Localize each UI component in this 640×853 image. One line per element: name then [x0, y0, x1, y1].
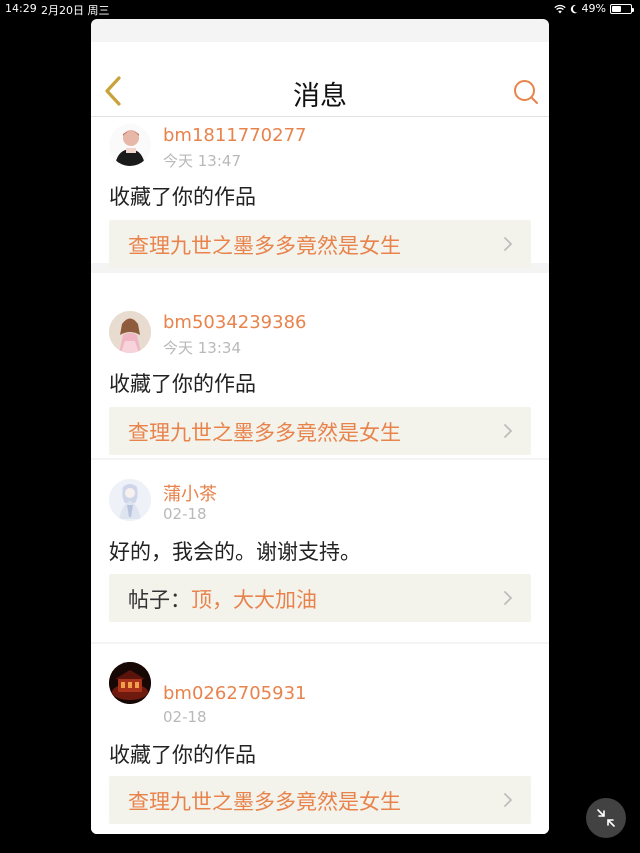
post-title: 帖子：顶，大大加油	[128, 584, 317, 614]
moon-icon	[570, 4, 578, 13]
username[interactable]: bm0262705931	[163, 683, 306, 704]
status-date: 2月20日 周三	[41, 4, 110, 17]
wifi-icon	[553, 4, 566, 13]
ref-title: 顶，大大加油	[191, 588, 317, 612]
avatar-image	[109, 124, 151, 166]
avatar[interactable]	[109, 124, 151, 166]
collapse-icon	[597, 809, 615, 827]
timestamp: 02-18	[163, 505, 207, 523]
ref-prefix: 帖子：	[128, 588, 191, 612]
search-icon[interactable]	[513, 79, 539, 105]
battery-icon	[610, 3, 634, 14]
message-text: 收藏了你的作品	[109, 185, 256, 209]
status-time: 14:29	[5, 2, 37, 15]
message-card[interactable]: 蒲小茶 02-18 好的，我会的。谢谢支持。 帖子：顶，大大加油	[91, 460, 549, 642]
work-link[interactable]: 查理九世之墨多多竟然是女生	[109, 776, 531, 824]
post-link[interactable]: 帖子：顶，大大加油	[109, 574, 531, 622]
message-card[interactable]: bm1811770277 今天 13:47 收藏了你的作品 查理九世之墨多多竟然…	[91, 117, 549, 268]
timestamp: 02-18	[163, 708, 207, 726]
ref-title: 查理九世之墨多多竟然是女生	[128, 421, 401, 445]
message-text: 收藏了你的作品	[109, 743, 256, 767]
work-link[interactable]: 查理九世之墨多多竟然是女生	[109, 407, 531, 455]
message-text: 好的，我会的。谢谢支持。	[109, 540, 361, 564]
avatar-image	[109, 311, 151, 353]
message-card[interactable]: bm0262705931 02-18 收藏了你的作品 查理九世之墨多多竟然是女生	[91, 644, 549, 834]
message-card[interactable]: bm5034239386 今天 13:34 收藏了你的作品 查理九世之墨多多竟然…	[91, 273, 549, 458]
status-right: 49%	[553, 2, 634, 15]
ref-title: 查理九世之墨多多竟然是女生	[128, 790, 401, 814]
avatar[interactable]	[109, 479, 151, 521]
timestamp: 今天 13:47	[163, 152, 241, 170]
battery-percent: 49%	[581, 2, 606, 15]
work-title: 查理九世之墨多多竟然是女生	[128, 417, 401, 447]
battery-level	[612, 5, 621, 12]
page-title: 消息	[293, 81, 347, 112]
chevron-right-icon	[504, 237, 513, 251]
chevron-right-icon	[504, 793, 513, 807]
chevron-right-icon	[504, 591, 513, 605]
username[interactable]: bm1811770277	[163, 125, 306, 146]
username[interactable]: 蒲小茶	[163, 480, 217, 506]
work-link[interactable]: 查理九世之墨多多竟然是女生	[109, 220, 531, 268]
avatar-image	[109, 479, 151, 521]
collapse-button[interactable]	[586, 798, 626, 838]
messages-panel: 消息 bm1811770277 今天 13:47 收藏了你的作品 查理九世之墨多…	[91, 19, 549, 834]
status-bar: 14:29 2月20日 周三 49%	[0, 0, 640, 18]
username[interactable]: bm5034239386	[163, 312, 306, 333]
avatar-image	[109, 662, 151, 704]
work-title: 查理九世之墨多多竟然是女生	[128, 230, 401, 260]
avatar[interactable]	[109, 662, 151, 704]
work-title: 查理九世之墨多多竟然是女生	[128, 786, 401, 816]
chevron-right-icon	[504, 424, 513, 438]
nav-bar: 消息	[91, 42, 549, 117]
timestamp: 今天 13:34	[163, 339, 241, 357]
ref-title: 查理九世之墨多多竟然是女生	[128, 234, 401, 258]
message-text: 收藏了你的作品	[109, 372, 256, 396]
avatar[interactable]	[109, 311, 151, 353]
